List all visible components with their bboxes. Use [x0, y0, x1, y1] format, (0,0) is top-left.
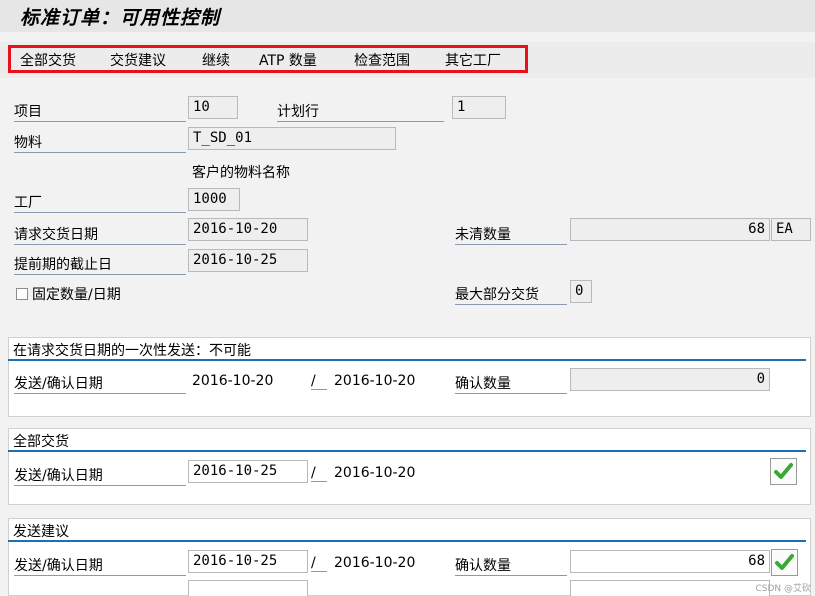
item-label: 项目	[14, 101, 186, 122]
toolbar-complete-delivery[interactable]: 全部交货	[20, 50, 76, 70]
proposal-section-divider	[8, 540, 806, 542]
proposal-confirm-qty-label: 确认数量	[455, 555, 567, 576]
complete-section-divider	[8, 450, 806, 452]
proposal-next-date-field[interactable]	[188, 580, 308, 596]
max-partial-field[interactable]: 0	[570, 280, 592, 303]
req-date-label: 请求交货日期	[14, 224, 186, 245]
check-icon	[774, 463, 793, 479]
customer-material-label: 客户的物料名称	[192, 165, 290, 181]
schedule-line-field[interactable]: 1	[452, 96, 506, 119]
one-time-confirm-qty-label: 确认数量	[455, 373, 567, 394]
toolbar-atp-quantity[interactable]: ATP 数量	[259, 50, 317, 70]
open-qty-field[interactable]: 68	[570, 218, 770, 241]
material-label: 物料	[14, 132, 186, 153]
watermark: CSDN @艾砍	[755, 584, 811, 594]
toolbar-delivery-proposal[interactable]: 交货建议	[110, 50, 166, 70]
fixed-qty-checkbox[interactable]	[16, 288, 28, 300]
complete-separator: /	[311, 465, 327, 482]
req-date-field[interactable]: 2016-10-20	[188, 218, 308, 241]
complete-date2: 2016-10-20	[334, 465, 416, 481]
proposal-separator: /	[311, 555, 327, 572]
proposal-date-label: 发送/确认日期	[14, 555, 186, 576]
toolbar-check-scope[interactable]: 检查范围	[354, 50, 410, 70]
material-field[interactable]: T_SD_01	[188, 127, 396, 150]
complete-section-title: 全部交货	[13, 434, 69, 450]
one-time-confirm-qty-field[interactable]: 0	[570, 368, 770, 391]
proposal-next-qty-field[interactable]	[570, 580, 770, 596]
check-icon	[775, 554, 794, 570]
lead-date-label: 提前期的截止日	[14, 254, 186, 275]
proposal-confirm-qty-field[interactable]: 68	[570, 550, 770, 573]
lead-date-field[interactable]: 2016-10-25	[188, 249, 308, 272]
open-qty-unit-field[interactable]: EA	[771, 218, 811, 241]
fixed-qty-label: 固定数量/日期	[32, 287, 121, 303]
one-time-date1: 2016-10-20	[192, 373, 274, 389]
one-time-section-title: 在请求交货日期的一次性发送：不可能	[13, 343, 251, 359]
open-qty-label: 未清数量	[455, 224, 567, 245]
toolbar-other-plants[interactable]: 其它工厂	[445, 50, 501, 70]
one-time-date2: 2016-10-20	[334, 373, 416, 389]
plant-field[interactable]: 1000	[188, 188, 240, 211]
toolbar-continue[interactable]: 继续	[202, 50, 230, 70]
proposal-section-title: 发送建议	[13, 524, 69, 540]
one-time-date-label: 发送/确认日期	[14, 373, 186, 394]
proposal-date2: 2016-10-20	[334, 555, 416, 571]
item-field[interactable]: 10	[188, 96, 238, 119]
max-partial-label: 最大部分交货	[455, 284, 567, 305]
proposal-confirm-button[interactable]	[771, 549, 798, 576]
page-title: 标准订单：可用性控制	[20, 7, 221, 29]
schedule-line-label: 计划行	[277, 101, 444, 122]
complete-date-label: 发送/确认日期	[14, 465, 186, 486]
complete-confirm-button[interactable]	[770, 458, 797, 485]
plant-label: 工厂	[14, 192, 186, 213]
proposal-date1-field[interactable]: 2016-10-25	[188, 550, 308, 573]
complete-date1-field[interactable]: 2016-10-25	[188, 460, 308, 483]
one-time-section-divider	[8, 359, 806, 361]
one-time-separator: /	[311, 373, 327, 390]
